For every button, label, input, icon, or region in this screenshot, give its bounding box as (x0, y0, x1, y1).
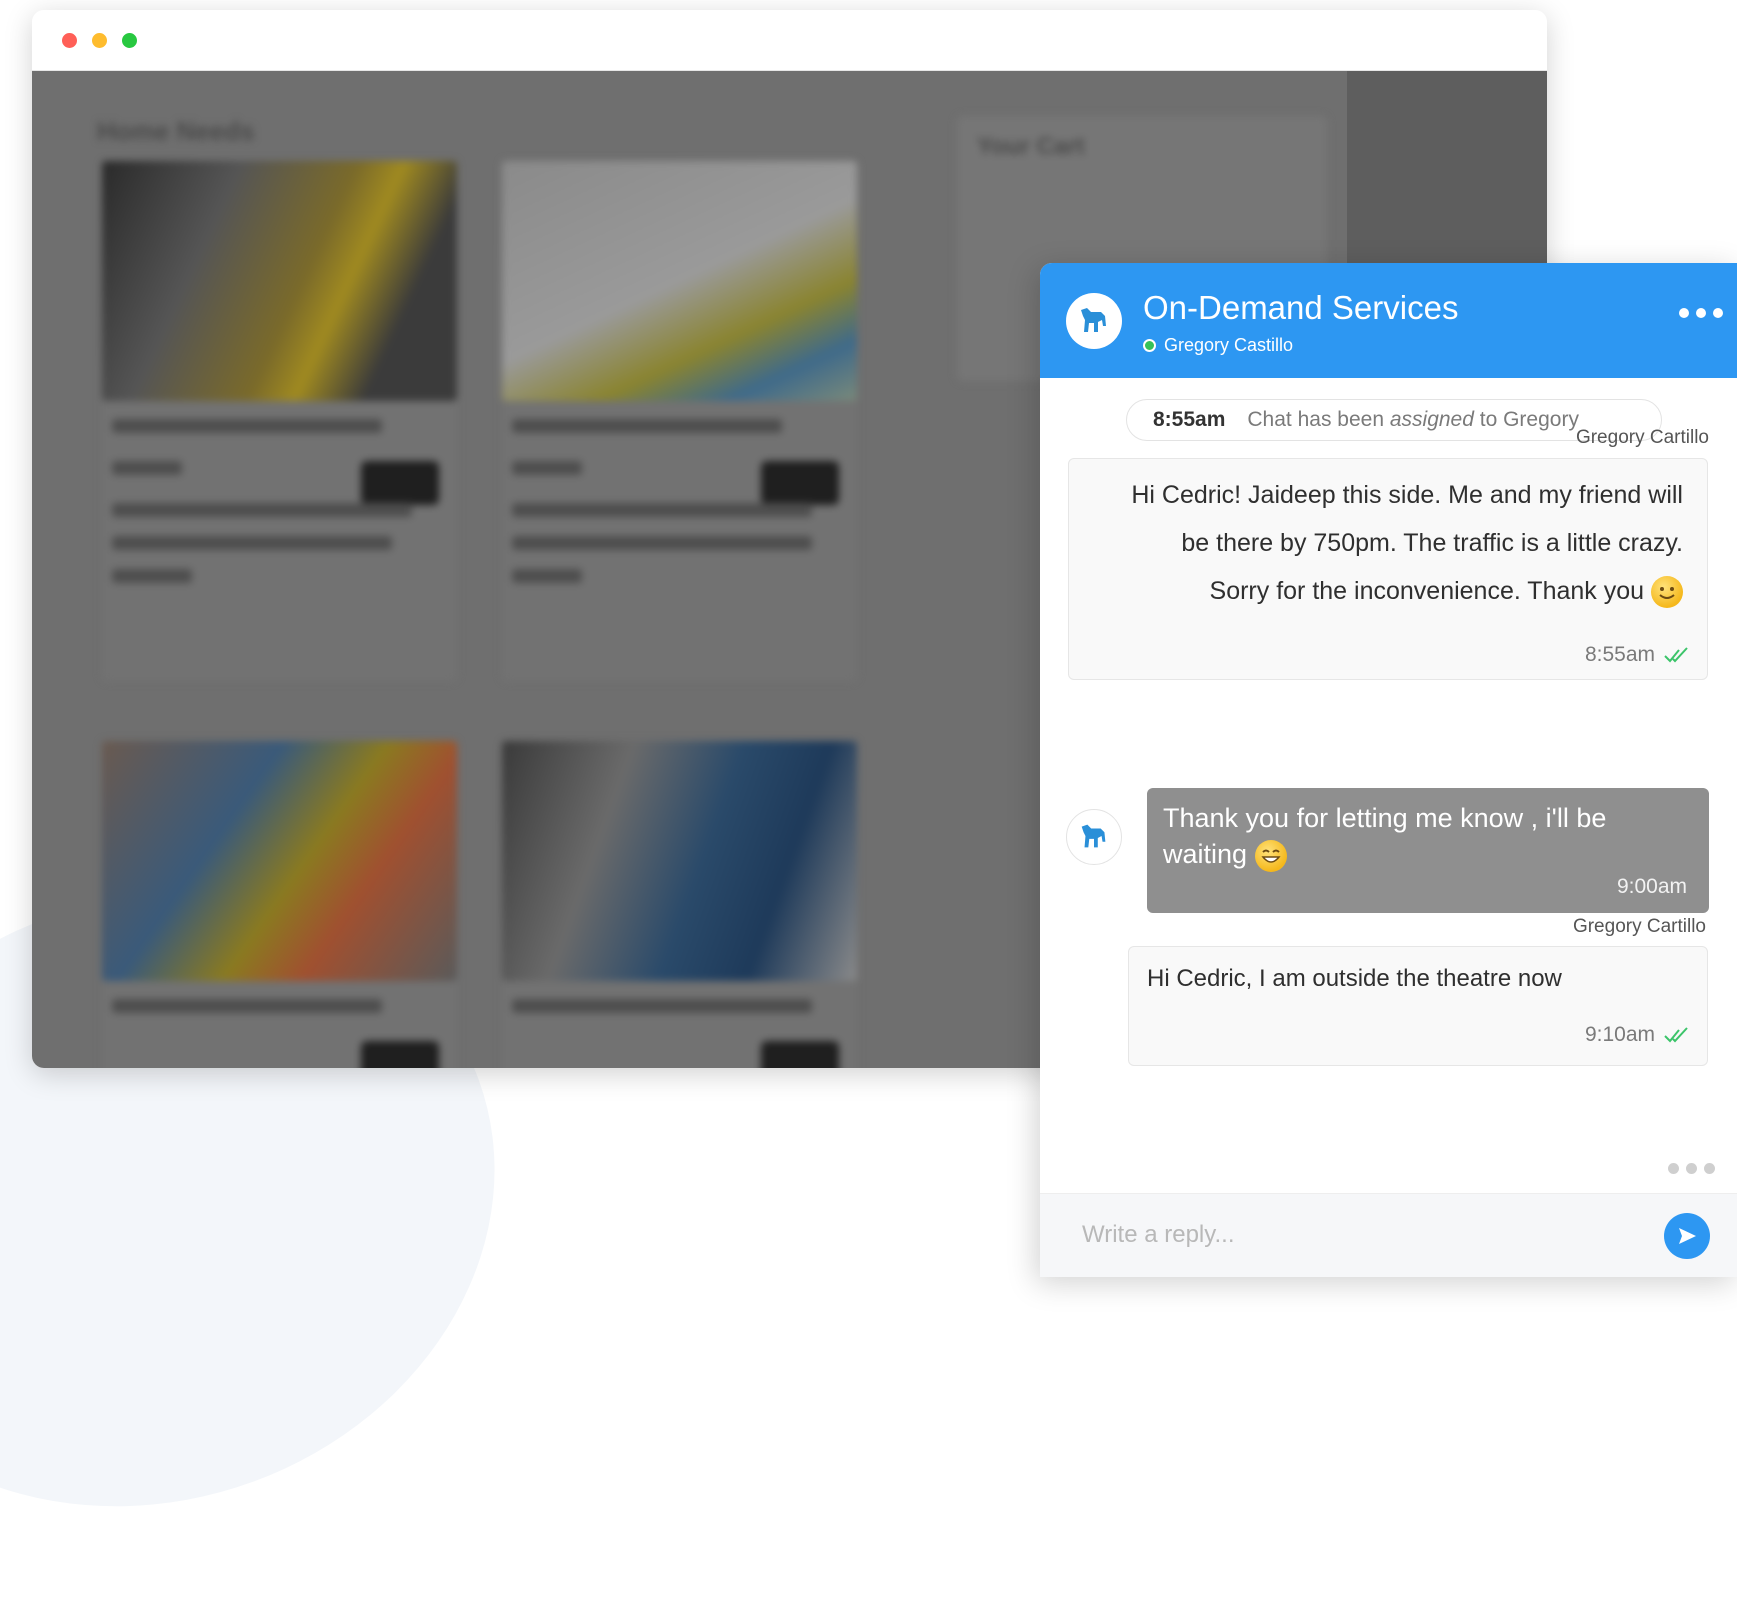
system-text: to Gregory (1479, 408, 1579, 431)
cart-title: Your Cart (977, 133, 1085, 160)
service-title-placeholder (512, 999, 812, 1013)
outgoing-message-bubble: Hi Cedric, I am outside the theatre now … (1128, 946, 1708, 1066)
close-window-button[interactable] (62, 33, 77, 48)
service-title-placeholder (112, 419, 382, 433)
send-button[interactable] (1664, 1213, 1710, 1259)
system-time: 8:55am (1153, 408, 1226, 431)
slightly-smiling-face-emoji (1651, 576, 1683, 609)
service-card (502, 161, 857, 681)
more-options-icon[interactable] (1679, 308, 1723, 318)
price-placeholder (112, 461, 182, 475)
dog-logo-icon (1081, 308, 1106, 332)
message-sender: Gregory Cartillo (1572, 916, 1706, 937)
online-status-icon (1143, 339, 1156, 352)
double-check-icon (1664, 647, 1688, 663)
chat-title: On-Demand Services (1143, 289, 1459, 326)
page-heading: Home Needs (97, 116, 255, 146)
message-line: Sorry for the inconvenience. Thank you (1209, 577, 1645, 605)
message-text: Hi Cedric! Jaideep this side. Me and my … (1131, 471, 1683, 615)
buy-button[interactable] (361, 461, 439, 505)
service-image (102, 161, 457, 401)
description-placeholder (112, 503, 412, 517)
description-placeholder (512, 536, 812, 550)
message-text: Hi Cedric, I am outside the theatre now (1147, 965, 1562, 992)
incoming-message-bubble: Thank you for letting me know , i'll be … (1147, 788, 1709, 913)
system-text-emphasis: assigned (1389, 408, 1474, 431)
double-check-icon (1664, 1027, 1688, 1043)
service-title-placeholder (112, 999, 382, 1013)
typing-indicator-icon (1668, 1163, 1715, 1174)
message-time: 8:55am (1584, 643, 1655, 666)
buy-button[interactable] (361, 1041, 439, 1068)
send-icon (1679, 1228, 1696, 1244)
buy-button[interactable] (761, 461, 839, 505)
bot-avatar (1066, 809, 1122, 865)
buy-button[interactable] (761, 1041, 839, 1068)
message-time: 9:00am (1616, 875, 1687, 898)
description-placeholder (512, 503, 812, 517)
service-image (102, 741, 457, 981)
chat-widget: On-Demand Services Gregory Castillo 8:55… (1040, 263, 1737, 1277)
description-placeholder (112, 536, 392, 550)
message-meta: 8:55am (1585, 643, 1691, 667)
dog-logo-icon (1081, 824, 1106, 848)
maximize-window-button[interactable] (122, 33, 137, 48)
reply-input[interactable] (1080, 1212, 1644, 1258)
system-message: Chat has been assigned to Gregory (1247, 408, 1579, 432)
message-line: be there by 750pm. The traffic is a litt… (1181, 529, 1683, 557)
service-card (102, 741, 457, 1068)
price-placeholder (512, 461, 582, 475)
service-card (502, 741, 857, 1068)
service-image (502, 741, 857, 981)
message-text: Thank you for letting me know , i'll be … (1163, 800, 1649, 872)
message-time: 9:10am (1584, 1023, 1655, 1046)
service-image (502, 161, 857, 401)
agent-name: Gregory Castillo (1164, 335, 1294, 355)
message-meta: 9:10am (1585, 1023, 1691, 1047)
agent-status: Gregory Castillo (1143, 335, 1293, 356)
brand-logo (1066, 293, 1122, 349)
chat-header: On-Demand Services Gregory Castillo (1040, 263, 1737, 378)
message-sender: Gregory Cartillo (1575, 427, 1709, 448)
message-line-with-emoji: Sorry for the inconvenience. Thank you (1131, 567, 1683, 615)
minimize-window-button[interactable] (92, 33, 107, 48)
service-title-placeholder (512, 419, 782, 433)
description-placeholder (112, 569, 192, 583)
description-placeholder (512, 569, 582, 583)
browser-title-bar (32, 10, 1547, 71)
message-line: Thank you for letting me know , i'll be … (1163, 803, 1607, 869)
outgoing-message-bubble: Hi Cedric! Jaideep this side. Me and my … (1068, 458, 1708, 680)
system-text: Chat has been (1247, 408, 1384, 431)
service-card (102, 161, 457, 681)
message-line: Hi Cedric! Jaideep this side. Me and my … (1131, 481, 1683, 509)
grinning-face-emoji (1254, 839, 1287, 872)
message-composer (1040, 1193, 1737, 1277)
